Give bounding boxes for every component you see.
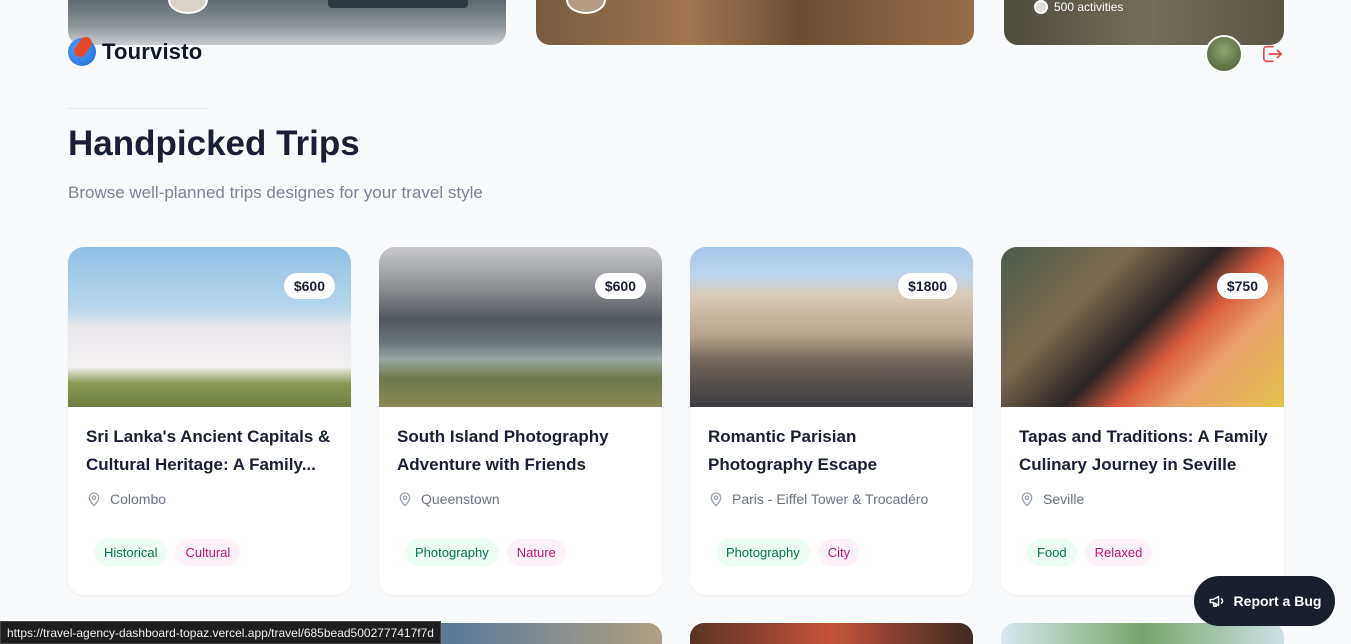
price-badge: $750 bbox=[1216, 273, 1268, 299]
tag-chip: Nature bbox=[506, 539, 566, 566]
browser-status-url: https://travel-agency-dashboard-topaz.ve… bbox=[0, 621, 441, 644]
trip-image: $600 bbox=[68, 247, 351, 407]
trip-card[interactable] bbox=[1001, 623, 1284, 644]
trip-location: Paris - Eiffel Tower & Trocadéro bbox=[708, 491, 928, 507]
tag-list: Photography City bbox=[716, 539, 861, 566]
tag-chip: Historical bbox=[94, 539, 168, 566]
featured-cards-strip: 500 activities bbox=[0, 0, 1351, 46]
trip-title: Sri Lanka's Ancient Capitals & Cultural … bbox=[86, 427, 331, 474]
featured-card-3[interactable]: 500 activities bbox=[1004, 0, 1284, 45]
location-text: Paris - Eiffel Tower & Trocadéro bbox=[732, 491, 929, 507]
location-pin-icon bbox=[710, 492, 722, 507]
section-divider bbox=[68, 108, 208, 109]
tag-chip: Relaxed bbox=[1084, 539, 1153, 566]
avatar bbox=[1034, 0, 1048, 14]
trip-image: $750 bbox=[1001, 247, 1284, 407]
location-pin-icon bbox=[399, 492, 411, 507]
trip-title: Tapas and Traditions: A Family Culinary … bbox=[1019, 427, 1268, 474]
trip-cards-grid: $600 Sri Lanka's Ancient Capitals & Cult… bbox=[68, 247, 1284, 595]
price-badge: $600 bbox=[283, 273, 335, 299]
location-pin-icon bbox=[88, 492, 100, 507]
tag-list: Food Relaxed bbox=[1027, 539, 1153, 566]
tag-chip: Food bbox=[1027, 539, 1077, 566]
user-avatar[interactable] bbox=[1205, 35, 1243, 73]
trip-location: Colombo bbox=[86, 491, 166, 507]
trip-card[interactable] bbox=[690, 623, 973, 644]
trip-card[interactable]: $600 South Island Photography Adventure … bbox=[379, 247, 662, 595]
page-title: Handpicked Trips bbox=[68, 124, 360, 163]
page-subtitle: Browse well-planned trips designes for y… bbox=[68, 183, 483, 202]
trip-card[interactable]: $600 Sri Lanka's Ancient Capitals & Cult… bbox=[68, 247, 351, 595]
tag-chip: City bbox=[817, 539, 861, 566]
featured-card-2[interactable] bbox=[536, 0, 974, 45]
report-bug-button[interactable]: Report a Bug bbox=[1194, 576, 1335, 626]
tag-chip: Cultural bbox=[175, 539, 241, 566]
trip-image: $600 bbox=[379, 247, 662, 407]
avatar bbox=[566, 0, 606, 14]
report-bug-label: Report a Bug bbox=[1233, 593, 1322, 609]
brand-name: Tourvisto bbox=[102, 39, 203, 64]
price-badge: $1800 bbox=[898, 273, 957, 299]
price-badge: $600 bbox=[594, 273, 646, 299]
trip-title: Romantic Parisian Photography Escape bbox=[708, 427, 878, 474]
megaphone-icon bbox=[1209, 595, 1223, 607]
tag-chip: Photography bbox=[405, 539, 499, 566]
avatar bbox=[168, 0, 208, 14]
location-text: Seville bbox=[1043, 491, 1085, 507]
globe-logo-icon bbox=[68, 38, 96, 66]
tag-chip: Photography bbox=[716, 539, 810, 566]
trip-card[interactable]: $1800 Romantic Parisian Photography Esca… bbox=[690, 247, 973, 595]
featured-card-image-detail bbox=[328, 0, 468, 8]
trip-image: $1800 bbox=[690, 247, 973, 407]
tag-list: Historical Cultural bbox=[94, 539, 241, 566]
trip-location: Queenstown bbox=[397, 491, 500, 507]
logout-icon[interactable] bbox=[1261, 44, 1283, 64]
location-text: Queenstown bbox=[421, 491, 500, 507]
activities-label: 500 activities bbox=[1054, 0, 1124, 14]
trip-card[interactable]: $750 Tapas and Traditions: A Family Culi… bbox=[1001, 247, 1284, 595]
tag-list: Photography Nature bbox=[405, 539, 566, 566]
activities-meta: 500 activities bbox=[1034, 0, 1123, 14]
brand-logo[interactable]: Tourvisto bbox=[68, 38, 202, 66]
location-text: Colombo bbox=[110, 491, 167, 507]
trip-location: Seville bbox=[1019, 491, 1084, 507]
location-pin-icon bbox=[1021, 492, 1033, 507]
trip-title: South Island Photography Adventure with … bbox=[397, 427, 609, 474]
